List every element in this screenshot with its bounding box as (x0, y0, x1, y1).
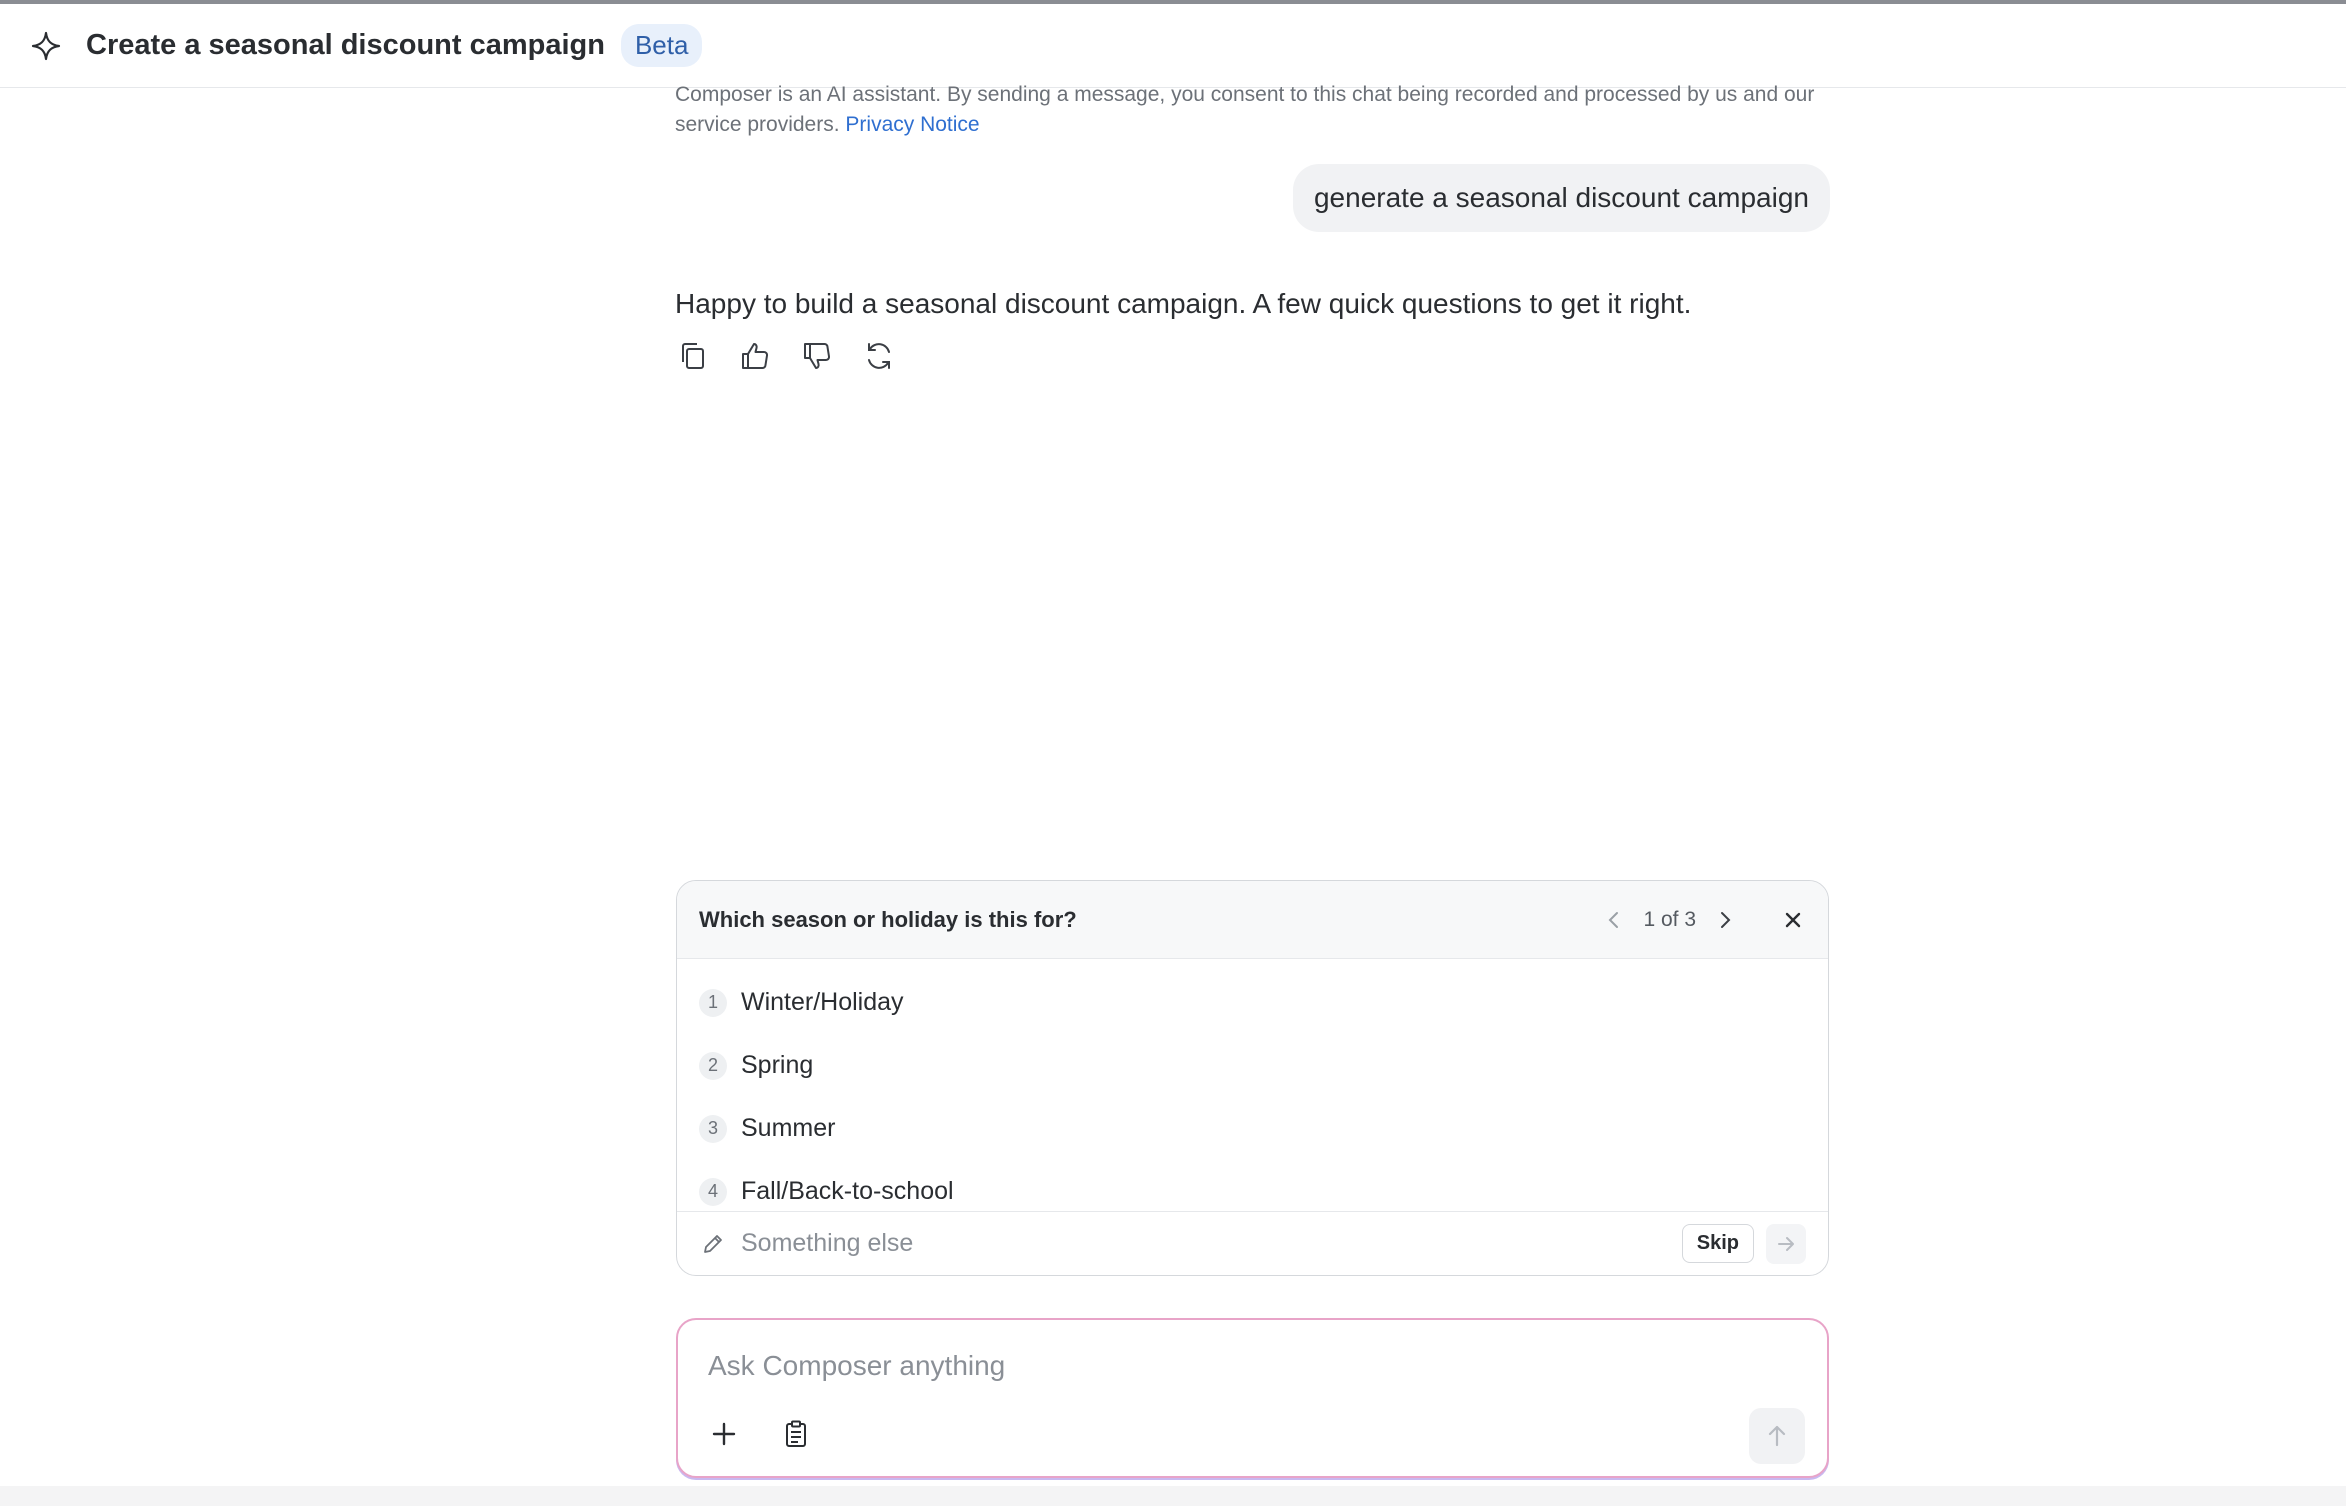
option-label: Fall/Back-to-school (741, 1177, 954, 1205)
assistant-message: Happy to build a seasonal discount campa… (675, 288, 1692, 319)
answer-options: 1 Winter/Holiday 2 Spring 3 Summer 4 Fal… (677, 959, 1828, 1223)
chevron-right-icon[interactable] (1712, 907, 1738, 933)
app-header: Create a seasonal discount campaign Beta (0, 4, 2346, 88)
send-button[interactable] (1749, 1408, 1805, 1464)
message-composer (676, 1318, 1829, 1478)
option-number: 2 (699, 1051, 727, 1080)
something-else-input[interactable] (741, 1229, 1682, 1258)
window-bottom-edge (0, 1486, 2346, 1506)
question-card: Which season or holiday is this for? 1 o… (676, 880, 1829, 1276)
thumbs-down-icon[interactable] (799, 338, 835, 374)
custom-answer-row: Skip (677, 1211, 1828, 1275)
option-number: 1 (699, 988, 727, 1017)
option-winter-holiday[interactable]: 1 Winter/Holiday (677, 971, 1828, 1034)
sparkle-icon (30, 30, 62, 62)
pager-count: 1 of 3 (1643, 907, 1696, 931)
question-pager: 1 of 3 (1601, 907, 1806, 933)
arrow-right-icon (1778, 1236, 1794, 1251)
pencil-icon (699, 1230, 727, 1258)
question-header: Which season or holiday is this for? 1 o… (677, 881, 1828, 959)
chat-thread: Composer is an AI assistant. By sending … (675, 83, 1830, 374)
skip-button[interactable]: Skip (1681, 1224, 1754, 1263)
clipboard-icon[interactable] (778, 1416, 814, 1452)
regenerate-icon[interactable] (861, 338, 897, 374)
close-icon[interactable] (1780, 907, 1806, 933)
copy-icon[interactable] (675, 338, 711, 374)
composer-input[interactable] (708, 1346, 1788, 1386)
page-title: Create a seasonal discount campaign (86, 29, 605, 61)
user-message: generate a seasonal discount campaign (1292, 164, 1830, 232)
submit-answer-button[interactable] (1766, 1223, 1806, 1264)
chevron-left-icon[interactable] (1601, 907, 1627, 933)
thumbs-up-icon[interactable] (737, 338, 773, 374)
question-title: Which season or holiday is this for? (699, 906, 1077, 932)
user-message-row: generate a seasonal discount campaign (675, 164, 1830, 232)
option-spring[interactable]: 2 Spring (677, 1034, 1828, 1097)
option-number: 4 (699, 1177, 727, 1206)
option-label: Winter/Holiday (741, 988, 904, 1016)
beta-badge: Beta (620, 24, 703, 67)
option-number: 3 (699, 1114, 727, 1143)
option-label: Spring (741, 1051, 814, 1079)
composer-tools (706, 1416, 814, 1452)
plus-icon[interactable] (706, 1416, 742, 1452)
consent-disclaimer: Composer is an AI assistant. By sending … (675, 80, 1825, 140)
arrow-up-icon (1768, 1425, 1786, 1447)
privacy-notice-link[interactable]: Privacy Notice (845, 113, 979, 136)
option-label: Summer (741, 1114, 836, 1142)
message-actions (675, 338, 1830, 374)
option-summer[interactable]: 3 Summer (677, 1097, 1828, 1160)
